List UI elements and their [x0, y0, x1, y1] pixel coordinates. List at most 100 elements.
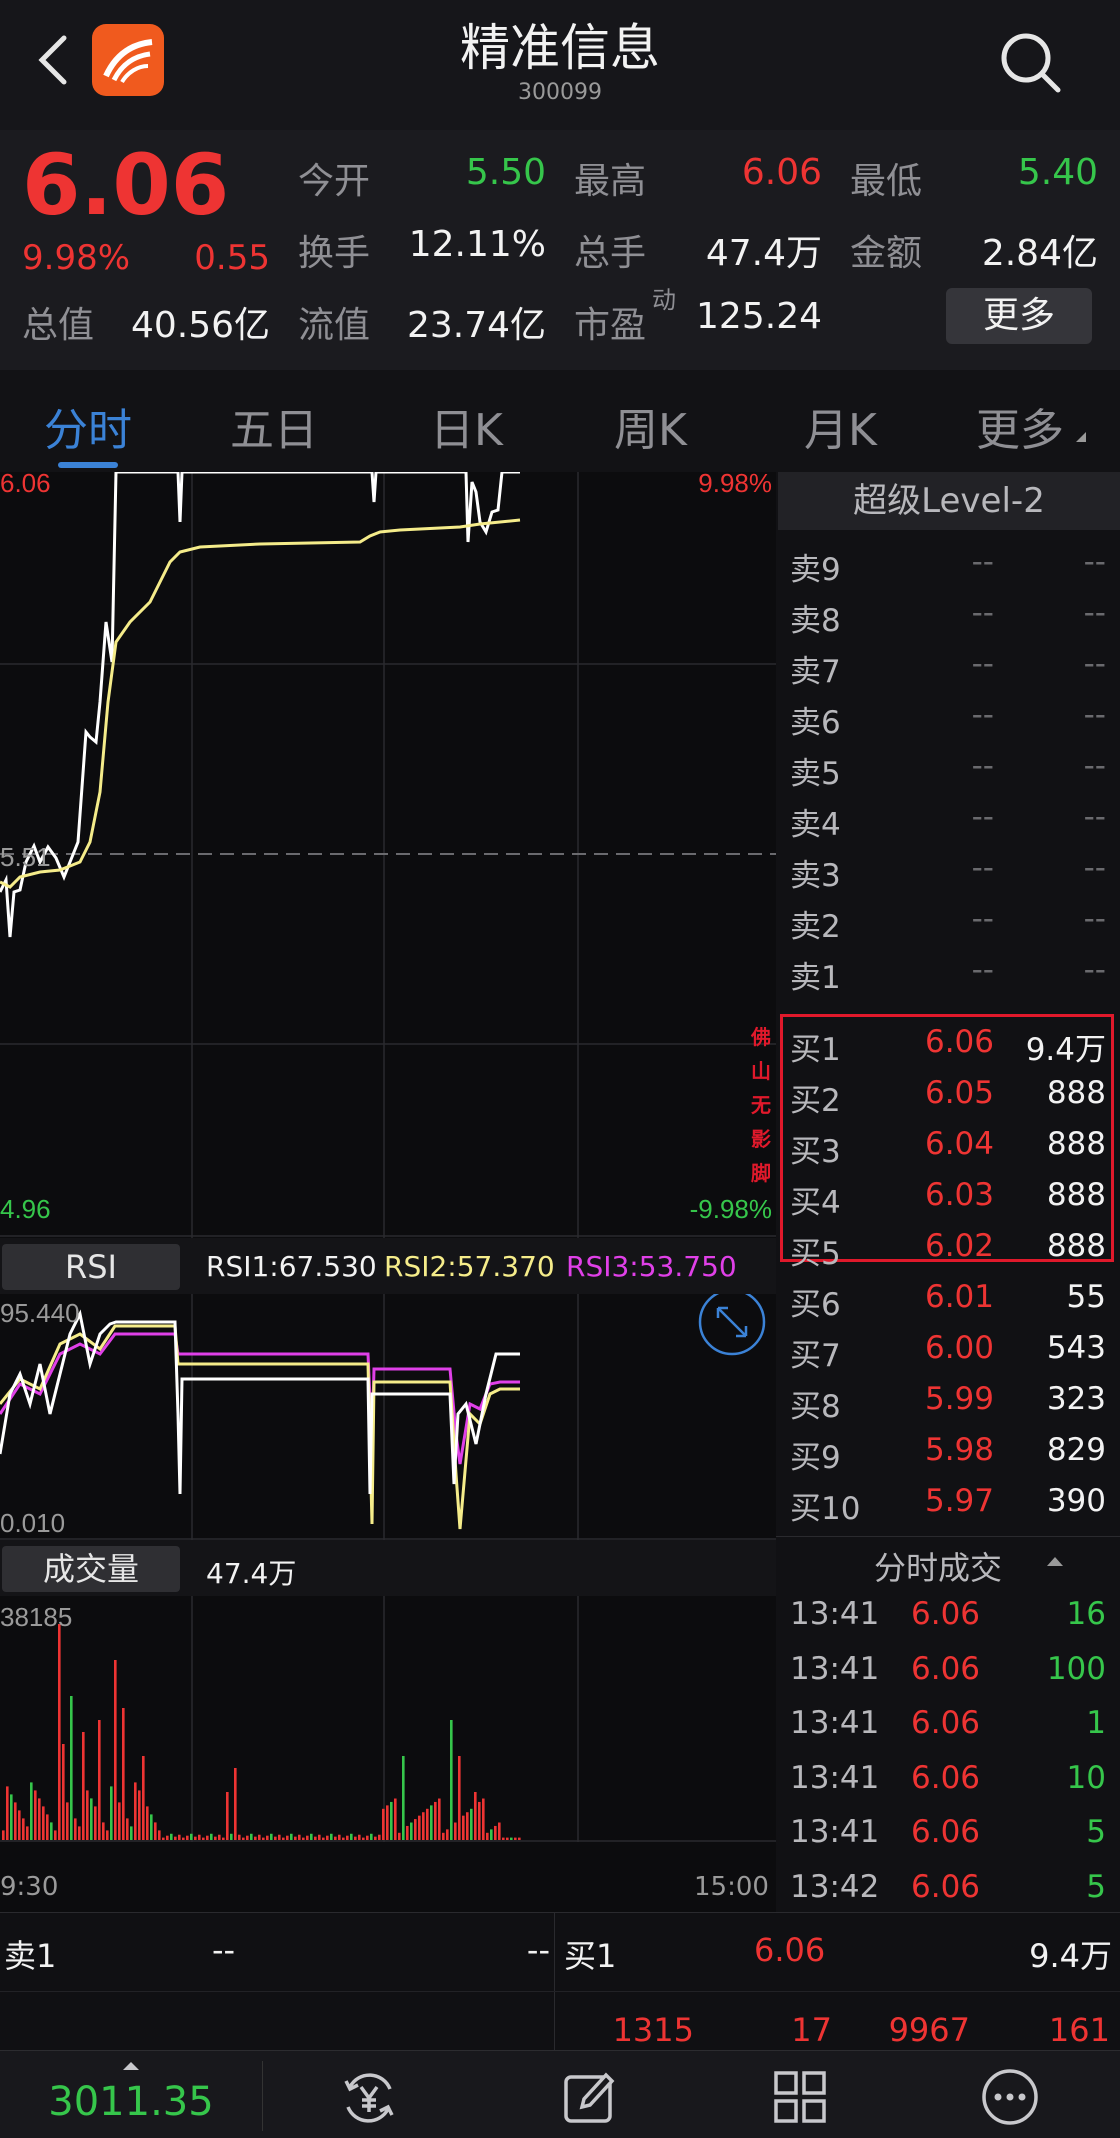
app-logo-icon[interactable]	[92, 24, 164, 96]
tab-day-k[interactable]: 日K	[430, 394, 503, 458]
bid-row[interactable]: 买2 6.05 888	[776, 1067, 1120, 1119]
tab-intraday[interactable]: 分时	[44, 394, 132, 458]
trades-title: 分时成交	[874, 1549, 1003, 1587]
volume-bar	[186, 1835, 189, 1840]
caret-up-icon	[123, 2062, 139, 2070]
volume-header: 成交量 47.4万	[0, 1540, 776, 1596]
field-value-pe: 125.24	[696, 296, 822, 337]
level-price: --	[971, 799, 994, 835]
bid-queue-item: 1315	[612, 2011, 694, 2049]
volume-bar	[266, 1835, 269, 1840]
level-label: 卖9	[790, 552, 841, 588]
volume-bar	[194, 1836, 197, 1840]
ask-row[interactable]: 卖7 -- --	[776, 638, 1120, 690]
tab-week-k[interactable]: 周K	[614, 394, 687, 458]
bid-row[interactable]: 买10 5.97 390	[776, 1475, 1120, 1527]
notes-button[interactable]	[520, 2051, 660, 2138]
field-label-high: 最高	[574, 161, 647, 202]
trades-header[interactable]: 分时成交	[776, 1536, 1120, 1587]
volume-bar	[94, 1806, 97, 1840]
tab-five-day[interactable]: 五日	[230, 394, 318, 458]
field-label-volume: 总手	[574, 233, 647, 274]
volume-bar	[386, 1805, 389, 1840]
search-button[interactable]	[996, 28, 1066, 98]
intraday-price-chart[interactable]: 6.06 5.51 4.96 9.98% -9.98%	[0, 472, 776, 1238]
stock-code: 300099	[518, 80, 602, 105]
index-button[interactable]: 3011.35	[0, 2051, 262, 2138]
price-line	[0, 472, 520, 938]
volume-bar	[198, 1834, 201, 1840]
ask-row[interactable]: 卖5 -- --	[776, 740, 1120, 792]
tab-month-k[interactable]: 月K	[804, 394, 877, 458]
volume-bar	[242, 1837, 245, 1840]
more-button[interactable]: 更多	[946, 288, 1092, 344]
bid-row[interactable]: 买3 6.04 888	[776, 1118, 1120, 1170]
trade-time: 13:41	[790, 1705, 880, 1742]
ask-row[interactable]: 卖6 -- --	[776, 689, 1120, 741]
volume-bar	[158, 1830, 161, 1840]
ask-row[interactable]: 卖2 -- --	[776, 893, 1120, 945]
back-button[interactable]	[30, 30, 80, 90]
bid-row[interactable]: 买7 6.00 543	[776, 1322, 1120, 1374]
menu-grid-button[interactable]	[730, 2051, 870, 2138]
volume-bar	[2, 1830, 5, 1840]
trade-row: 13:42 6.06 5	[776, 1861, 1120, 1915]
level-volume: 323	[1046, 1381, 1106, 1417]
bid-row[interactable]: 买9 5.98 829	[776, 1424, 1120, 1476]
bid-row[interactable]: 买6 6.01 55	[776, 1271, 1120, 1323]
caret-down-icon	[1076, 432, 1086, 442]
level-label: 卖2	[790, 909, 841, 945]
ask-row[interactable]: 卖8 -- --	[776, 587, 1120, 639]
bottom-sell-label: 卖1	[4, 1937, 57, 1975]
volume-bar	[150, 1814, 153, 1840]
field-label-float-cap: 流值	[298, 305, 371, 346]
level-volume: --	[1083, 799, 1106, 835]
volume-bar	[462, 1815, 465, 1840]
level-volume: 888	[1046, 1075, 1106, 1111]
rsi-chart[interactable]: 95.440 0.010	[0, 1294, 776, 1540]
trade-row: 13:41 6.06 5	[776, 1806, 1120, 1860]
volume-bar	[90, 1798, 93, 1840]
volume-bar	[226, 1792, 229, 1840]
order-book-panel: 超级Level-2 卖9 -- -- 卖8 -- -- 卖7 -- -- 卖6 -- -- 卖5 -- --…	[776, 472, 1120, 1912]
volume-tab[interactable]: 成交量	[2, 1546, 180, 1592]
bid-row[interactable]: 买8 5.99 323	[776, 1373, 1120, 1425]
trade-button[interactable]	[300, 2051, 440, 2138]
level-price: 6.02	[924, 1228, 994, 1264]
ask-row[interactable]: 卖9 -- --	[776, 536, 1120, 588]
level-volume: 888	[1046, 1126, 1106, 1162]
trade-volume: 10	[1066, 1759, 1106, 1796]
volume-bar	[350, 1833, 353, 1840]
volume-bar	[22, 1818, 25, 1840]
edit-icon	[564, 2072, 615, 2123]
volume-bar	[82, 1732, 85, 1840]
bid-queue-item: 9967	[888, 2011, 970, 2049]
volume-bar	[506, 1837, 509, 1840]
expand-arrows-icon[interactable]	[698, 1294, 766, 1356]
volume-bar	[458, 1756, 461, 1840]
ask-row[interactable]: 卖3 -- --	[776, 842, 1120, 894]
ask-row[interactable]: 卖4 -- --	[776, 791, 1120, 843]
tab-more[interactable]: 更多	[976, 394, 1064, 458]
volume-bar	[318, 1834, 321, 1840]
volume-bar	[282, 1837, 285, 1840]
chart-area[interactable]: 6.06 5.51 4.96 9.98% -9.98% 佛 山 无 影 脚 RS…	[0, 472, 776, 1912]
ask-row[interactable]: 卖1 -- --	[776, 944, 1120, 996]
bid-row[interactable]: 买4 6.03 888	[776, 1169, 1120, 1221]
volume-bar	[426, 1808, 429, 1840]
bottom-buy-label: 买1	[564, 1937, 617, 1975]
volume-bar	[62, 1744, 65, 1840]
bid-row[interactable]: 买1 6.06 9.4万	[776, 1016, 1120, 1068]
level2-title[interactable]: 超级Level-2	[778, 472, 1120, 530]
bottom-row-divider	[0, 1991, 1120, 1992]
level-label: 买4	[790, 1185, 841, 1221]
more-options-button[interactable]	[940, 2051, 1080, 2138]
volume-bar	[494, 1825, 497, 1840]
volume-bar	[510, 1837, 513, 1840]
bid-row[interactable]: 买5 6.02 888	[776, 1220, 1120, 1272]
level-price: 6.05	[924, 1075, 994, 1111]
volume-bar	[414, 1819, 417, 1840]
rsi-tab[interactable]: RSI	[2, 1244, 180, 1290]
volume-bar	[490, 1829, 493, 1840]
volume-chart[interactable]: 38185	[0, 1596, 776, 1846]
